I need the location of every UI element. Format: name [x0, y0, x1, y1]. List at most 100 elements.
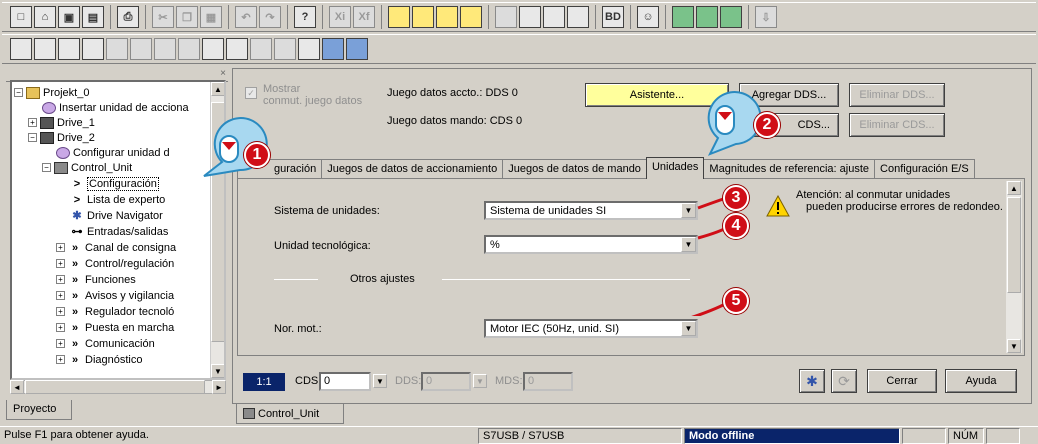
open-icon[interactable]: ⌂ — [34, 6, 56, 28]
tab-reference-values[interactable]: Magnitudes de referencia: ajuste — [703, 159, 876, 179]
tree-item-drive-2[interactable]: − Drive_2 — [28, 130, 95, 145]
tree-item-configuration[interactable]: > Configuración — [70, 176, 159, 191]
expand-icon[interactable]: + — [56, 291, 65, 300]
chart1-icon[interactable] — [672, 6, 694, 28]
tab-io-config[interactable]: Configuración E/S — [874, 159, 975, 179]
help-icon[interactable]: ? — [294, 6, 316, 28]
scroll-up-icon[interactable]: ▲ — [1007, 181, 1021, 195]
t8-icon[interactable] — [178, 38, 200, 60]
cut-icon[interactable]: ✂ — [152, 6, 174, 28]
tree-item-setpoint-channel[interactable]: + » Canal de consigna — [56, 240, 176, 255]
tree-item-commissioning[interactable]: + » Puesta en marcha — [56, 320, 174, 335]
delete-cds-button[interactable]: Eliminar CDS... — [849, 113, 945, 137]
tree-item-insert-drive[interactable]: Insertar unidad de acciona — [42, 100, 189, 115]
tool4-icon[interactable] — [567, 6, 589, 28]
tab-command-data-sets[interactable]: Juegos de datos de mando — [502, 159, 647, 179]
cds-selector[interactable]: 0 — [319, 372, 371, 391]
mds-selector[interactable]: 0 — [523, 372, 573, 391]
bd-icon[interactable]: BD — [602, 6, 624, 28]
scroll-up-icon[interactable]: ▲ — [211, 82, 224, 96]
view3-icon[interactable] — [436, 6, 458, 28]
tech-unit-select[interactable]: % ▼ — [484, 235, 698, 254]
refresh-button[interactable]: ⟳ — [831, 369, 857, 393]
xi-icon[interactable]: Xi — [329, 6, 351, 28]
t10-icon[interactable] — [226, 38, 248, 60]
hscroll-thumb[interactable] — [25, 380, 205, 394]
t15-icon[interactable] — [346, 38, 368, 60]
close-icon[interactable]: × — [220, 68, 226, 79]
redo-icon[interactable]: ↷ — [259, 6, 281, 28]
view2-icon[interactable] — [412, 6, 434, 28]
view4-icon[interactable] — [460, 6, 482, 28]
t2-icon[interactable] — [34, 38, 56, 60]
xf-icon[interactable]: Xf — [353, 6, 375, 28]
print-icon[interactable]: ⎙ — [117, 6, 139, 28]
expand-icon[interactable]: + — [56, 275, 65, 284]
scroll-left-icon[interactable]: ◄ — [10, 380, 24, 394]
collapse-icon[interactable]: − — [42, 163, 51, 172]
tab-project[interactable]: Proyecto — [6, 400, 72, 420]
tree-horizontal-scrollbar[interactable]: ◄ ► — [10, 380, 226, 394]
collapse-icon[interactable]: − — [28, 133, 37, 142]
content-vertical-scrollbar[interactable]: ▲ ▼ — [1006, 181, 1022, 353]
t3-icon[interactable] — [58, 38, 80, 60]
chevron-down-icon[interactable]: ▼ — [681, 321, 696, 336]
tool3-icon[interactable] — [543, 6, 565, 28]
view1-icon[interactable] — [388, 6, 410, 28]
chevron-down-icon[interactable]: ▼ — [373, 374, 387, 388]
help-button[interactable]: Ayuda — [945, 369, 1017, 393]
tab-units[interactable]: Unidades — [645, 157, 705, 179]
paste-icon[interactable]: ▦ — [200, 6, 222, 28]
tree-item-alarms[interactable]: + » Avisos y vigilancia — [56, 288, 174, 303]
tree-item-control-unit[interactable]: − Control_Unit — [42, 160, 132, 175]
tree-item-communication[interactable]: + » Comunicación — [56, 336, 155, 351]
scroll-right-icon[interactable]: ► — [212, 380, 226, 394]
download-icon[interactable]: ⇩ — [755, 6, 777, 28]
tree-item-tech-controller[interactable]: + » Regulador tecnoló — [56, 304, 174, 319]
copy-icon[interactable]: ❐ — [176, 6, 198, 28]
motor-standard-select[interactable]: Motor IEC (50Hz, unid. SI) ▼ — [484, 319, 698, 338]
expand-icon[interactable]: + — [56, 339, 65, 348]
close-button[interactable]: Cerrar — [867, 369, 937, 393]
tool1-icon[interactable] — [495, 6, 517, 28]
t14-icon[interactable] — [322, 38, 344, 60]
t1-icon[interactable] — [10, 38, 32, 60]
chart3-icon[interactable] — [720, 6, 742, 28]
tree-item-drive-navigator[interactable]: ✱ Drive Navigator — [70, 208, 162, 223]
expand-icon[interactable]: + — [56, 243, 65, 252]
expand-icon[interactable]: + — [56, 355, 65, 364]
t5-icon[interactable] — [106, 38, 128, 60]
t11-icon[interactable] — [250, 38, 272, 60]
tree-item-expert-list[interactable]: > Lista de experto — [70, 192, 166, 207]
scroll-down-icon[interactable]: ▼ — [1007, 339, 1021, 353]
navigator-button[interactable]: ✱ — [799, 369, 825, 393]
expand-icon[interactable]: + — [28, 118, 37, 127]
user-icon[interactable]: ☺ — [637, 6, 659, 28]
save-icon[interactable]: ▣ — [58, 6, 80, 28]
expand-icon[interactable]: + — [56, 259, 65, 268]
t13-icon[interactable] — [298, 38, 320, 60]
expand-icon[interactable]: + — [56, 307, 65, 316]
tab-control-unit-window[interactable]: Control_Unit — [236, 404, 344, 424]
chart2-icon[interactable] — [696, 6, 718, 28]
expand-icon[interactable]: + — [56, 323, 65, 332]
scroll-thumb[interactable] — [1007, 197, 1021, 293]
dds-selector[interactable]: 0 — [421, 372, 471, 391]
t12-icon[interactable] — [274, 38, 296, 60]
undo-icon[interactable]: ↶ — [235, 6, 257, 28]
save-all-icon[interactable]: ▤ — [82, 6, 104, 28]
t9-icon[interactable] — [202, 38, 224, 60]
tree-item-io[interactable]: ⊶ Entradas/salidas — [70, 224, 169, 239]
tree-item-projekt[interactable]: − Projekt_0 — [14, 85, 89, 100]
scroll-down-icon[interactable]: ▼ — [211, 364, 224, 378]
tree-item-functions[interactable]: + » Funciones — [56, 272, 136, 287]
t4-icon[interactable] — [82, 38, 104, 60]
tree-item-control[interactable]: + » Control/regulación — [56, 256, 174, 271]
collapse-icon[interactable]: − — [14, 88, 23, 97]
tree-item-configure-drive[interactable]: Configurar unidad d — [56, 145, 170, 160]
tree-item-diagnostics[interactable]: + » Diagnóstico — [56, 352, 142, 367]
new-icon[interactable]: □ — [10, 6, 32, 28]
delete-dds-button[interactable]: Eliminar DDS... — [849, 83, 945, 107]
tree-item-drive-1[interactable]: + Drive_1 — [28, 115, 95, 130]
chevron-down-icon[interactable]: ▼ — [473, 374, 487, 388]
